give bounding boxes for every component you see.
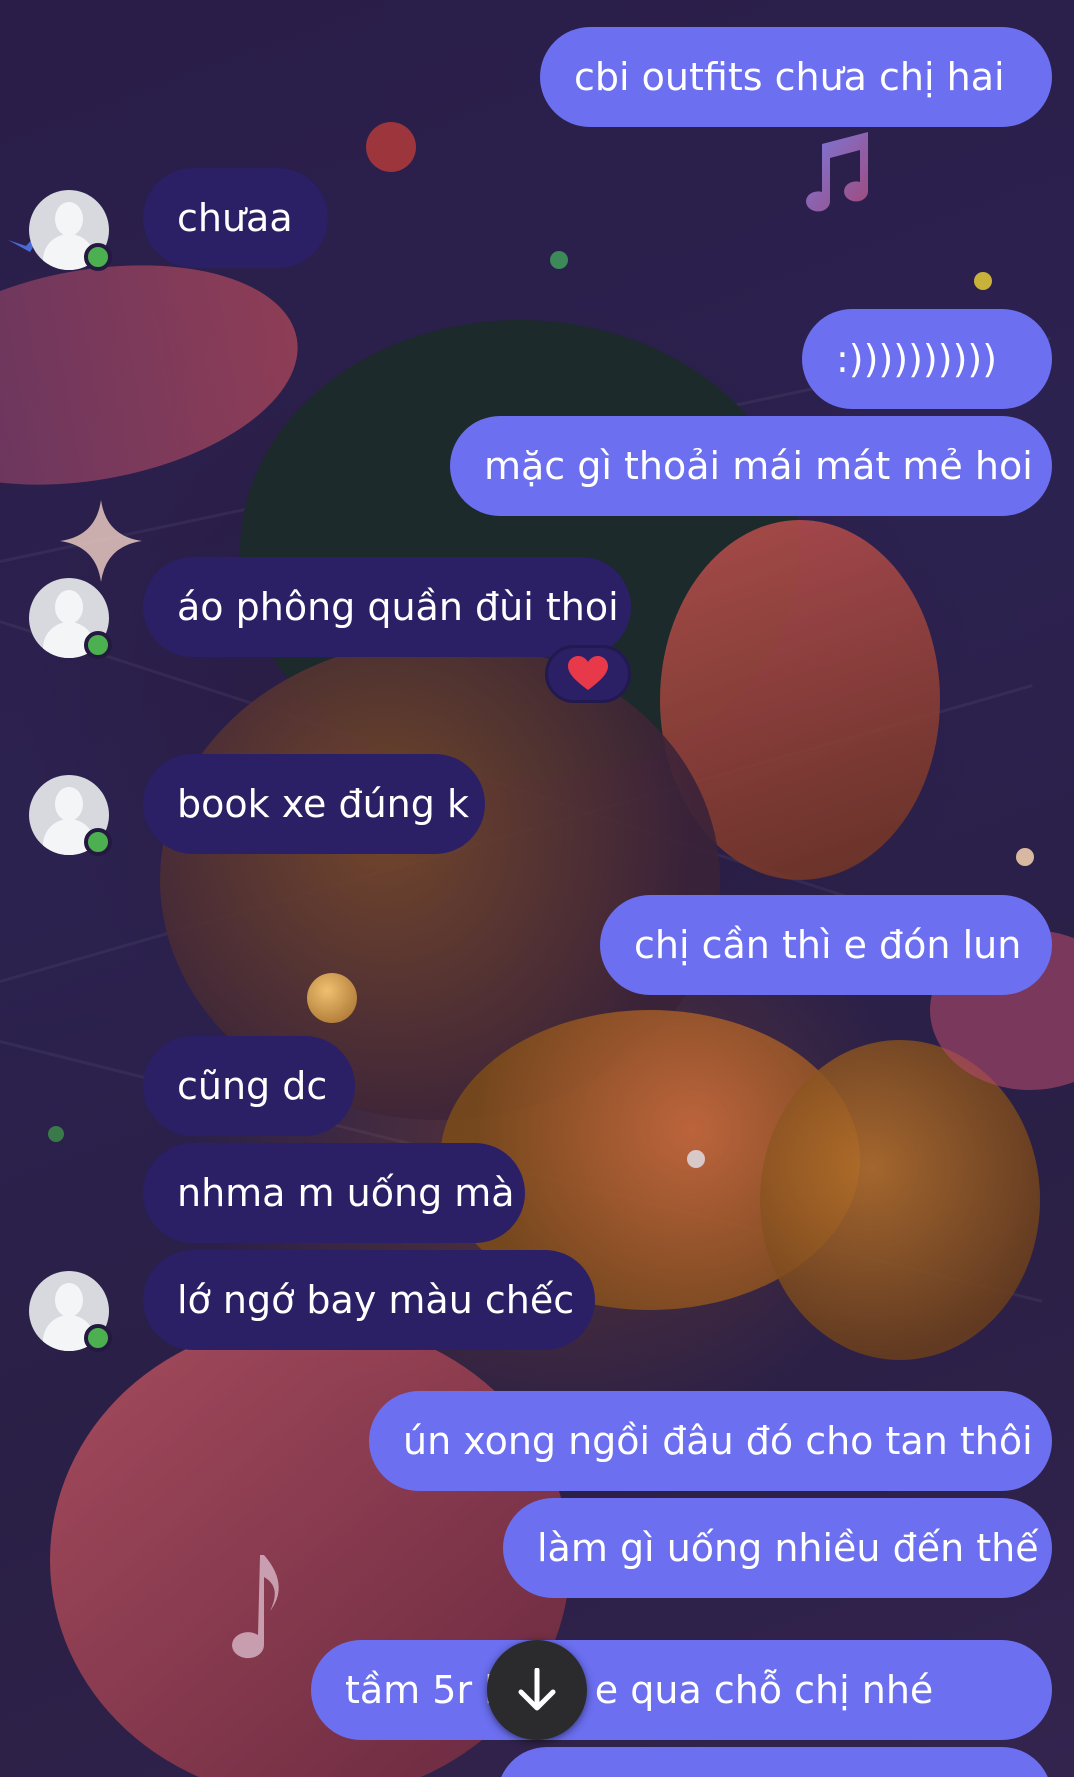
online-indicator: [84, 243, 112, 271]
message-outgoing[interactable]: :)))))))))): [802, 309, 1052, 409]
heart-icon: [568, 656, 608, 690]
message-incoming[interactable]: nhma m uống mà: [143, 1143, 525, 1243]
message-incoming[interactable]: áo phông quần đùi thoi: [143, 557, 631, 657]
online-indicator: [84, 631, 112, 659]
message-incoming[interactable]: lớ ngớ bay màu chếc: [143, 1250, 595, 1350]
online-indicator: [84, 828, 112, 856]
message-outgoing[interactable]: ún xong ngồi đâu đó cho tan thôi: [369, 1391, 1052, 1491]
message-outgoing-partial[interactable]: [497, 1747, 1052, 1777]
message-incoming[interactable]: chưaa: [143, 168, 328, 268]
message-outgoing[interactable]: chị cần thì e đón lun: [600, 895, 1052, 995]
message-reaction[interactable]: [545, 645, 631, 703]
online-indicator: [84, 1324, 112, 1352]
message-outgoing[interactable]: mặc gì thoải mái mát mẻ hoi: [450, 416, 1052, 516]
message-outgoing[interactable]: tầm 5r làm r e qua chỗ chị nhé: [311, 1640, 1052, 1740]
message-incoming[interactable]: cũng dc: [143, 1036, 355, 1136]
message-outgoing[interactable]: cbi outfits chưa chị hai: [540, 27, 1052, 127]
scroll-to-bottom-button[interactable]: [487, 1640, 587, 1740]
message-incoming[interactable]: book xe đúng k: [143, 754, 485, 854]
message-outgoing[interactable]: làm gì uống nhiều đến thế: [503, 1498, 1052, 1598]
arrow-down-icon: [518, 1668, 556, 1711]
